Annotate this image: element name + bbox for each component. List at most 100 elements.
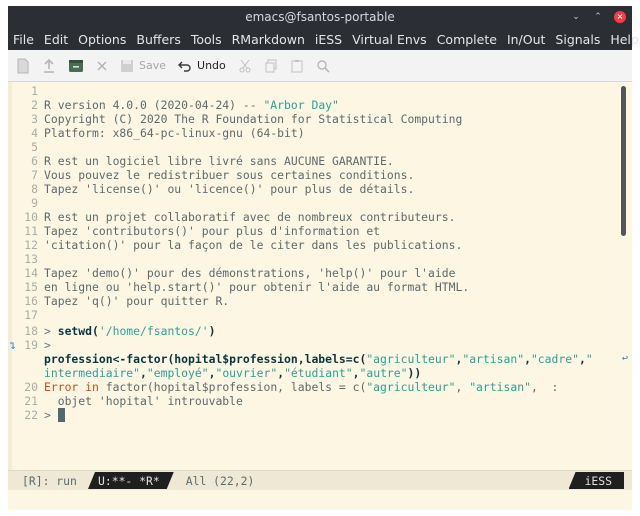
buffer-line: 11 Tapez 'contributors()' pour plus d'inf… xyxy=(8,224,632,238)
buffer-line: profession<-factor(hopital$profession,la… xyxy=(8,352,632,366)
line-number: 16 xyxy=(24,294,38,308)
scrollbar[interactable] xyxy=(621,86,626,236)
menu-rmarkdown[interactable]: RMarkdown xyxy=(232,32,305,47)
menu-buffers[interactable]: Buffers xyxy=(136,32,180,47)
line-text: > setwd('/home/fsantos/') xyxy=(44,324,216,338)
line-text: Tapez 'contributors()' pour plus d'infor… xyxy=(44,224,381,238)
line-text: Platform: x86_64-pc-linux-gnu (64-bit) xyxy=(44,126,305,140)
buffer-line: 13 xyxy=(8,252,632,266)
undo-button[interactable]: Undo xyxy=(178,54,226,78)
line-number: 13 xyxy=(24,252,38,266)
line-number: 21 xyxy=(24,394,38,408)
menu-virtual-envs[interactable]: Virtual Envs xyxy=(352,32,427,47)
menu-help[interactable]: Help xyxy=(610,32,639,47)
search-icon[interactable] xyxy=(316,54,330,78)
buffer-status[interactable]: U:**- *R* xyxy=(88,472,174,489)
line-text: > xyxy=(44,338,51,352)
maximize-icon[interactable]: ⌃ xyxy=(592,11,604,23)
open-file-icon[interactable] xyxy=(42,54,56,78)
buffer-line: 10 R est un projet collaboratif avec de n… xyxy=(8,210,632,224)
buffer-line: intermediaire","employé","ouvrier","étud… xyxy=(8,366,632,380)
buffer-line: 2 R version 4.0.0 (2020-04-24) -- "Arbor … xyxy=(8,98,632,112)
menu-tools[interactable]: Tools xyxy=(191,32,222,47)
line-text: en ligne ou 'help.start()' pour obtenir … xyxy=(44,280,470,294)
buffer-line: 1 xyxy=(8,84,632,98)
copy-icon[interactable] xyxy=(264,54,278,78)
buffer-line: 15 en ligne ou 'help.start()' pour obteni… xyxy=(8,280,632,294)
paste-icon[interactable] xyxy=(290,54,304,78)
window-controls: ⌄ ⌃ × xyxy=(570,6,626,28)
buffer-line: 18 > setwd('/home/fsantos/') xyxy=(8,324,632,338)
buffer-line: 22 > xyxy=(8,408,632,422)
buffer-line: 16 Tapez 'q()' pour quitter R. xyxy=(8,294,632,308)
line-number: 20 xyxy=(24,380,38,394)
dired-icon[interactable] xyxy=(68,54,84,78)
title-bar: emacs@fsantos-portable ⌄ ⌃ × xyxy=(8,6,632,28)
save-label: Save xyxy=(139,59,167,72)
editor-buffer[interactable]: 1 2 R version 4.0.0 (2020-04-24) -- "Arbo… xyxy=(8,82,632,470)
save-button[interactable]: Save xyxy=(120,54,166,78)
buffer-line: 5 xyxy=(8,140,632,154)
buffer-line: 20 Error in factor(hopital$profession, la… xyxy=(8,380,632,394)
line-number: 1 xyxy=(31,84,38,98)
line-number: 5 xyxy=(31,140,38,154)
buffer-line: 8 Tapez 'license()' ou 'licence()' pour p… xyxy=(8,182,632,196)
line-number: 17 xyxy=(24,308,38,322)
line-number: 11 xyxy=(24,224,38,238)
line-text: Copyright (C) 2020 The R Foundation for … xyxy=(44,112,463,126)
menu-file[interactable]: File xyxy=(13,32,34,47)
undo-icon xyxy=(178,61,191,72)
buffer-line: 6 R est un logiciel libre livré sans AUCU… xyxy=(8,154,632,168)
line-text: objet 'hopital' introuvable xyxy=(44,394,243,408)
text-cursor xyxy=(57,408,65,422)
buffer-line: 9 xyxy=(8,196,632,210)
line-number: 15 xyxy=(24,280,38,294)
line-text: > xyxy=(44,408,65,422)
line-text: 'citation()' pour la façon de le citer d… xyxy=(44,238,463,252)
line-text: R est un logiciel libre livré sans AUCUN… xyxy=(44,154,394,168)
major-mode[interactable]: iESS xyxy=(568,472,624,489)
line-text: R version 4.0.0 (2020-04-24) -- "Arbor D… xyxy=(44,98,339,112)
cut-icon[interactable] xyxy=(238,54,252,78)
buffer-line: 4 Platform: x86_64-pc-linux-gnu (64-bit) xyxy=(8,126,632,140)
line-text: Error in factor(hopital$profession, labe… xyxy=(44,380,559,394)
buffer-line: 21 objet 'hopital' introuvable xyxy=(8,394,632,408)
menu-bar: File Edit Options Buffers Tools RMarkdow… xyxy=(8,28,639,50)
menu-signals[interactable]: Signals xyxy=(555,32,600,47)
buffer-line: ↴ 19 > xyxy=(8,338,632,352)
window-title: emacs@fsantos-portable xyxy=(245,10,395,24)
line-number: 12 xyxy=(24,238,38,252)
buffer-line: 12 'citation()' pour la façon de le citer… xyxy=(8,238,632,252)
line-number: 14 xyxy=(24,266,38,280)
process-status: [R]: run xyxy=(22,473,77,488)
buffer-line: 3 Copyright (C) 2020 The R Foundation for… xyxy=(8,112,632,126)
close-window-icon[interactable]: × xyxy=(614,11,626,23)
tool-bar: Save Undo xyxy=(8,50,632,82)
line-number: 9 xyxy=(31,196,38,210)
line-text: Tapez 'q()' pour quitter R. xyxy=(44,294,230,308)
line-number: 10 xyxy=(24,210,38,224)
line-text: Vous pouvez le redistribuer sous certain… xyxy=(44,168,415,182)
line-number: 4 xyxy=(31,126,38,140)
menu-options[interactable]: Options xyxy=(78,32,126,47)
menu-edit[interactable]: Edit xyxy=(44,32,68,47)
line-text: R est un projet collaboratif avec de nom… xyxy=(44,210,456,224)
cursor-position: All (22,2) xyxy=(185,473,255,488)
line-text: Tapez 'license()' ou 'licence()' pour pl… xyxy=(44,182,415,196)
line-number: 7 xyxy=(31,168,38,182)
undo-label: Undo xyxy=(197,59,226,72)
line-number: 22 xyxy=(24,408,38,422)
menu-complete[interactable]: Complete xyxy=(437,32,497,47)
close-icon[interactable] xyxy=(96,54,108,78)
line-number: 19 xyxy=(24,338,38,352)
buffer-line: 7 Vous pouvez le redistribuer sous certai… xyxy=(8,168,632,182)
new-file-icon[interactable] xyxy=(16,54,30,78)
line-text: intermediaire","employé","ouvrier","étud… xyxy=(44,366,422,380)
menu-in-out[interactable]: In/Out xyxy=(507,32,545,47)
menu-iess[interactable]: iESS xyxy=(315,32,342,47)
minibuffer[interactable] xyxy=(8,490,632,510)
line-number: 2 xyxy=(31,98,38,112)
minimize-icon[interactable]: ⌄ xyxy=(570,11,582,23)
line-text: profession<-factor(hopital$profession,la… xyxy=(44,352,593,366)
buffer-line: 14 Tapez 'demo()' pour des démonstrations… xyxy=(8,266,632,280)
